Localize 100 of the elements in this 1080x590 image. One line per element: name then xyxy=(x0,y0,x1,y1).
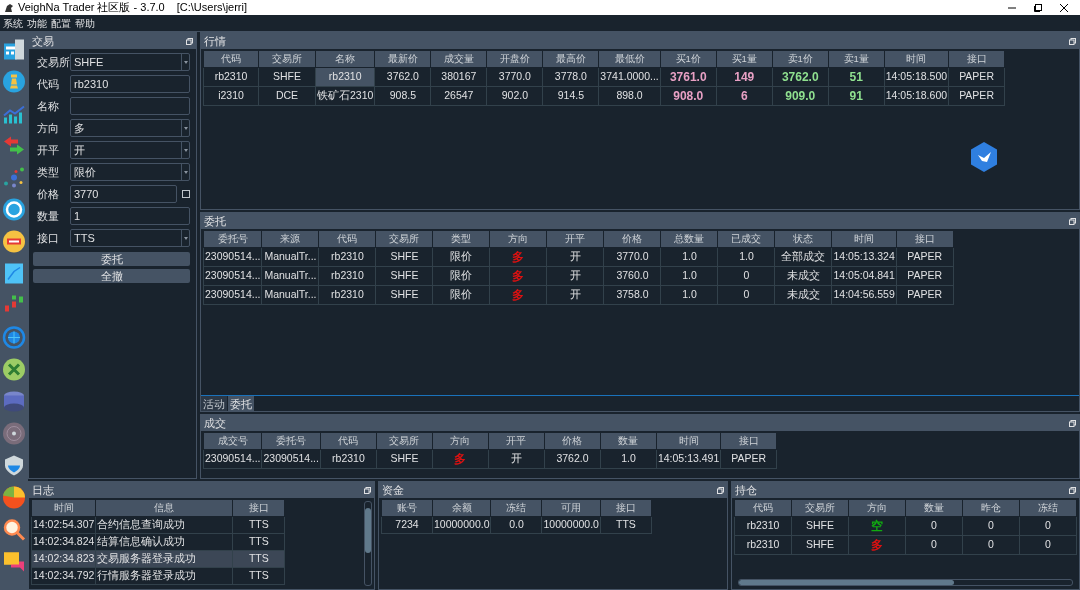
column-header[interactable]: 类型 xyxy=(432,230,490,248)
table-cell: 914.5 xyxy=(542,86,599,106)
globe-icon[interactable] xyxy=(2,325,26,350)
menu-item[interactable]: 帮助 xyxy=(75,15,95,31)
column-header[interactable]: 最低价 xyxy=(598,50,661,68)
column-header[interactable]: 昨仓 xyxy=(962,499,1020,517)
tab[interactable]: 活动 xyxy=(201,396,227,411)
menu-item[interactable]: 功能 xyxy=(27,15,47,31)
float-icon[interactable] xyxy=(186,37,193,45)
column-header[interactable]: 交易所 xyxy=(376,432,433,450)
database-icon[interactable] xyxy=(2,389,26,414)
tab[interactable]: 委托 xyxy=(228,396,254,411)
table-cell: SHFE xyxy=(791,516,849,536)
column-header[interactable]: 余额 xyxy=(432,499,491,517)
dropdown[interactable]: 限价 xyxy=(70,163,190,181)
float-icon[interactable] xyxy=(1069,486,1076,494)
float-icon[interactable] xyxy=(717,486,724,494)
column-header[interactable]: 交易所 xyxy=(375,230,433,248)
menu-item[interactable]: 配置 xyxy=(51,15,71,31)
dropdown[interactable]: 开 xyxy=(70,141,190,159)
column-header[interactable]: 代码 xyxy=(318,230,376,248)
input-field[interactable]: rb2310 xyxy=(70,75,190,93)
column-header[interactable]: 账号 xyxy=(381,499,433,517)
column-header[interactable]: 开平 xyxy=(488,432,545,450)
column-header[interactable]: 来源 xyxy=(261,230,319,248)
column-header[interactable]: 数量 xyxy=(905,499,963,517)
scatter-dots-icon[interactable] xyxy=(2,165,26,190)
input-field[interactable]: 1 xyxy=(70,207,190,225)
table-cell: 未成交 xyxy=(774,285,832,305)
float-icon[interactable] xyxy=(1069,217,1076,225)
chess-tower-icon[interactable] xyxy=(2,69,26,94)
input-field[interactable] xyxy=(70,97,190,115)
column-header[interactable]: 数量 xyxy=(600,432,657,450)
column-header[interactable]: 接口 xyxy=(600,499,652,517)
column-header[interactable]: 代码 xyxy=(203,50,259,68)
search-icon[interactable] xyxy=(2,517,26,542)
column-header[interactable]: 接口 xyxy=(896,230,954,248)
disc-icon[interactable] xyxy=(2,421,26,446)
column-header[interactable]: 可用 xyxy=(542,499,601,517)
column-header[interactable]: 时间 xyxy=(884,50,949,68)
column-header[interactable]: 方向 xyxy=(432,432,489,450)
ring-icon[interactable] xyxy=(2,197,26,222)
column-header[interactable]: 最高价 xyxy=(542,50,599,68)
float-icon[interactable] xyxy=(1069,419,1076,427)
table-cell: 6 xyxy=(716,86,773,106)
column-header[interactable]: 接口 xyxy=(720,432,777,450)
x-circle-icon[interactable] xyxy=(2,357,26,382)
float-icon[interactable] xyxy=(1069,37,1076,45)
column-header[interactable]: 时间 xyxy=(31,499,96,517)
column-header[interactable]: 买1量 xyxy=(716,50,773,68)
menu-item[interactable]: 系统 xyxy=(3,15,23,31)
column-header[interactable]: 开盘价 xyxy=(486,50,543,68)
table-cell: PAPER xyxy=(896,285,954,305)
column-header[interactable]: 交易所 xyxy=(791,499,849,517)
column-header[interactable]: 冻结 xyxy=(1019,499,1077,517)
column-header[interactable]: 时间 xyxy=(831,230,897,248)
pie-chart-icon[interactable] xyxy=(2,485,26,510)
column-header[interactable]: 代码 xyxy=(320,432,377,450)
column-header[interactable]: 委托号 xyxy=(261,432,321,450)
column-header[interactable]: 成交量 xyxy=(430,50,487,68)
column-header[interactable]: 委托号 xyxy=(203,230,262,248)
column-header[interactable]: 买1价 xyxy=(660,50,717,68)
horizontal-scrollbar[interactable] xyxy=(738,579,1073,586)
column-header[interactable]: 名称 xyxy=(315,50,375,68)
column-header[interactable]: 状态 xyxy=(774,230,832,248)
column-header[interactable]: 总数量 xyxy=(660,230,718,248)
close-icon[interactable] xyxy=(1060,3,1068,12)
dropdown[interactable]: 多 xyxy=(70,119,190,137)
column-header[interactable]: 开平 xyxy=(546,230,604,248)
calculator-icon[interactable] xyxy=(2,37,26,62)
column-header[interactable]: 代码 xyxy=(734,499,792,517)
column-header[interactable]: 信息 xyxy=(95,499,233,517)
vertical-scrollbar[interactable] xyxy=(364,501,372,586)
table-cell: DCE xyxy=(258,86,316,106)
field-label: 类型 xyxy=(37,164,60,180)
column-header[interactable]: 卖1价 xyxy=(772,50,829,68)
column-header[interactable]: 成交号 xyxy=(203,432,262,450)
dropdown[interactable]: SHFE xyxy=(70,53,190,71)
float-icon[interactable] xyxy=(364,486,371,494)
column-header[interactable]: 价格 xyxy=(544,432,601,450)
column-header[interactable]: 价格 xyxy=(603,230,661,248)
column-header[interactable]: 时间 xyxy=(656,432,721,450)
column-header[interactable]: 最新价 xyxy=(374,50,431,68)
maximize-icon[interactable] xyxy=(1034,3,1042,12)
column-header[interactable]: 交易所 xyxy=(258,50,316,68)
column-header[interactable]: 接口 xyxy=(232,499,285,517)
action-button[interactable]: 委托 xyxy=(33,252,190,266)
shield-icon[interactable] xyxy=(2,453,26,478)
column-header[interactable]: 方向 xyxy=(489,230,547,248)
table-cell: rb2310 xyxy=(320,449,377,469)
column-header[interactable]: 已成交 xyxy=(717,230,775,248)
input-field[interactable]: 3770 xyxy=(70,185,177,203)
action-button[interactable]: 全撤 xyxy=(33,269,190,283)
checkbox[interactable] xyxy=(182,190,190,198)
column-header[interactable]: 方向 xyxy=(848,499,906,517)
table-cell: ManualTr... xyxy=(261,247,319,267)
dropdown[interactable]: TTS xyxy=(70,229,190,247)
column-header[interactable]: 接口 xyxy=(948,50,1005,68)
column-header[interactable]: 卖1量 xyxy=(828,50,885,68)
column-header[interactable]: 冻结 xyxy=(491,499,542,517)
